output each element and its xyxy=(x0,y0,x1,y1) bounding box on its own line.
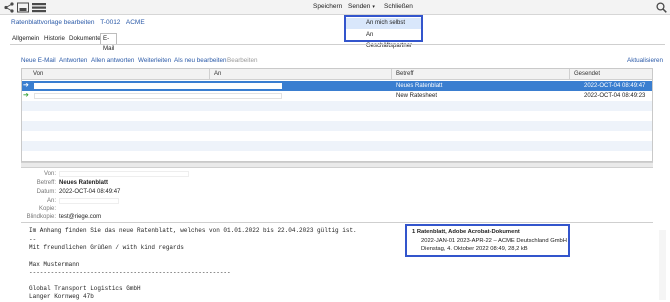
reply-link[interactable]: Antworten xyxy=(59,57,87,64)
subject-value: Neues Ratenblatt xyxy=(59,180,109,186)
body-line: ----------------------------------------… xyxy=(29,269,231,276)
table-header: Von An Betreff Gesendet xyxy=(22,69,652,80)
date-label: Datum: xyxy=(36,189,56,195)
bcc-value: test@riege.com xyxy=(59,214,102,220)
title-company: ACME xyxy=(125,19,145,26)
to-value-redacted xyxy=(59,198,119,204)
attachment-card[interactable]: 1 Ratenblatt, Adobe Acrobat-Dokument 202… xyxy=(405,224,570,257)
empty-row xyxy=(22,131,652,141)
column-separator xyxy=(569,69,570,80)
body-scrollbar[interactable] xyxy=(659,230,666,300)
attachment-description: 2022-JAN-01 2023-APR-22 – ACME Deutschla… xyxy=(421,238,567,244)
close-button[interactable]: Schließen xyxy=(384,3,413,10)
chevron-down-icon: ▾ xyxy=(372,4,375,10)
body-line: Max Mustermann xyxy=(29,261,80,268)
menu-item-send-to-self[interactable]: An mich selbst xyxy=(346,18,421,29)
send-menu-button[interactable]: Senden ▾ xyxy=(348,3,375,10)
tab-general[interactable]: Allgemein xyxy=(12,34,39,44)
subject-cell: Neues Ratenblatt xyxy=(396,82,443,89)
tab-documents[interactable]: Dokumente xyxy=(69,34,101,44)
subject-cell: New Ratesheet xyxy=(396,92,438,99)
page-title: Ratenblattvorlage bearbeiten T-0012 ACME xyxy=(11,19,149,26)
empty-row xyxy=(22,101,652,111)
empty-row xyxy=(22,141,652,151)
body-line: Mit freundlichen Grüßen / with kind rega… xyxy=(29,244,184,251)
empty-row xyxy=(22,111,652,121)
search-icon[interactable] xyxy=(656,2,668,13)
column-header-subject[interactable]: Betreff xyxy=(396,71,414,77)
body-line: -- xyxy=(29,236,37,243)
email-table: Von An Betreff Gesendet ➔ Neues Ratenbla… xyxy=(21,68,653,162)
edit-as-new-link[interactable]: Als neu bearbeiten xyxy=(174,57,227,64)
body-line: Langer Kornweg 47b xyxy=(29,293,94,300)
tab-divider xyxy=(10,44,665,45)
outgoing-arrow-icon: ➔ xyxy=(23,82,29,89)
from-label: Von: xyxy=(43,171,56,177)
table-row[interactable]: ➔ Neues Ratenblatt 2022-OCT-04 08:49:47 xyxy=(22,81,652,91)
refresh-link[interactable]: Aktualisieren xyxy=(627,57,663,64)
column-header-to[interactable]: An xyxy=(214,71,221,77)
outgoing-arrow-icon: ➔ xyxy=(23,92,29,99)
attachment-title: 1 Ratenblatt, Adobe Acrobat-Dokument xyxy=(412,229,520,235)
forward-link[interactable]: Weiterleiten xyxy=(138,57,171,64)
detail-divider xyxy=(21,222,653,223)
column-separator xyxy=(209,69,210,80)
list-icon[interactable] xyxy=(32,2,46,13)
menu-item-send-to-partner[interactable]: An Geschäftspartner xyxy=(346,30,421,49)
empty-row xyxy=(22,121,652,131)
save-button[interactable]: Speichern xyxy=(313,3,342,10)
sent-cell: 2022-OCT-04 08:49:23 xyxy=(584,92,646,99)
date-value: 2022-OCT-04 08:49:47 xyxy=(59,189,121,195)
send-dropdown-menu: An mich selbst An Geschäftspartner xyxy=(344,15,423,49)
column-header-from[interactable]: Von xyxy=(33,71,43,77)
share-icon[interactable] xyxy=(3,2,15,13)
title-code: T-0012 xyxy=(100,19,121,26)
new-email-link[interactable]: Neue E-Mail xyxy=(21,57,56,64)
bcc-label: Blindkopie: xyxy=(26,214,56,220)
edit-link: Bearbeiten xyxy=(227,57,258,64)
tab-email[interactable]: E-Mail xyxy=(100,33,118,52)
reply-all-link[interactable]: Allen antworten xyxy=(91,57,134,64)
table-row[interactable]: ➔ New Ratesheet 2022-OCT-04 08:49:23 xyxy=(22,91,652,101)
tab-history[interactable]: Historie xyxy=(44,34,65,44)
column-header-sent[interactable]: Gesendet xyxy=(574,71,600,77)
column-separator xyxy=(391,69,392,80)
send-label: Senden xyxy=(348,3,371,10)
subject-label: Betreff: xyxy=(36,180,56,186)
from-cell-redacted xyxy=(34,83,282,89)
sent-cell: 2022-OCT-04 08:49:47 xyxy=(584,82,646,89)
pane-splitter[interactable] xyxy=(21,162,653,168)
from-value-redacted xyxy=(59,171,189,177)
attachment-meta: Dienstag, 4. Oktober 2022 08:49, 28,2 kB xyxy=(421,246,528,252)
body-line: Im Anhang finden Sie das neue Ratenblatt… xyxy=(29,227,357,234)
cc-label: Kopie: xyxy=(38,206,56,212)
top-toolbar: Speichern Senden ▾ Schließen xyxy=(0,0,670,15)
to-label: An: xyxy=(46,198,56,204)
body-line: Global Transport Logistics GmbH xyxy=(29,285,141,292)
from-cell-redacted xyxy=(34,93,282,99)
inbox-icon[interactable] xyxy=(17,2,29,13)
title-text: Ratenblattvorlage bearbeiten xyxy=(11,19,95,26)
